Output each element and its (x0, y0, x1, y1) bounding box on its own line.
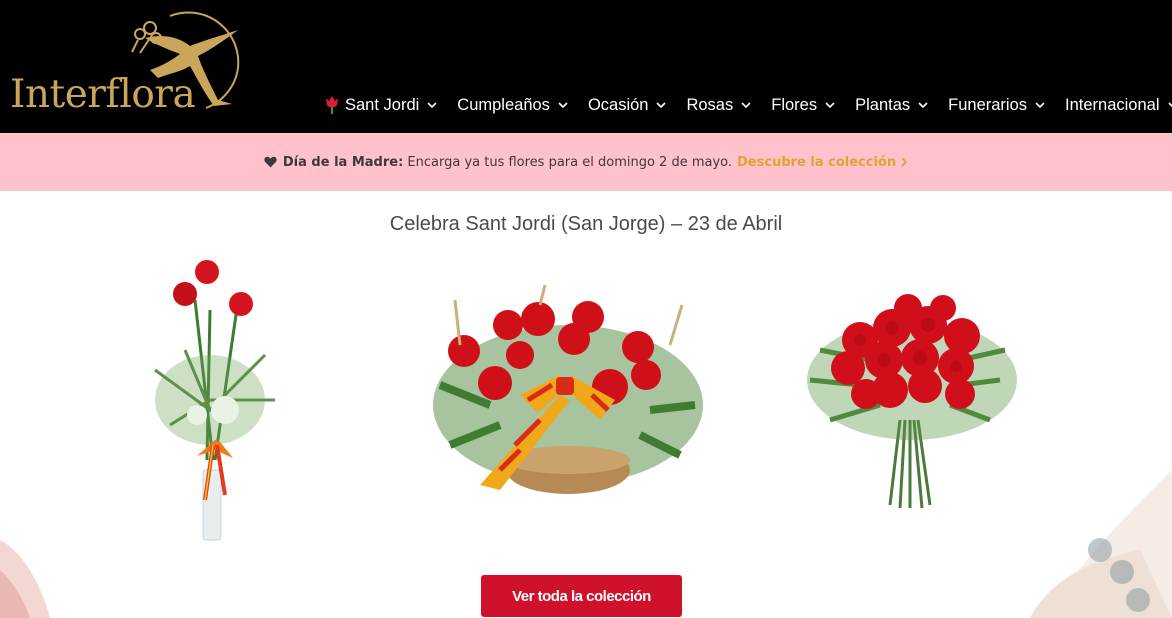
interflora-logo[interactable]: Interflora (10, 8, 245, 120)
three-roses-vase-image (154, 260, 275, 541)
chevron-down-icon (427, 102, 437, 109)
main-nav: Sant Jordi Cumpleaños Ocasión Rosas Flor… (324, 92, 1172, 118)
promo-label: Día de la Madre: (282, 154, 404, 170)
nav-label: Plantas (855, 95, 911, 114)
chevron-down-icon (1035, 102, 1045, 109)
chevron-right-icon (901, 157, 908, 167)
nav-item-rosas[interactable]: Rosas (686, 96, 751, 115)
corner-decoration-right (1030, 470, 1172, 618)
nav-item-funerarios[interactable]: Funerarios (948, 96, 1045, 115)
product-card[interactable] (115, 260, 295, 545)
product-card[interactable] (800, 290, 1025, 515)
rose-basket-image (433, 284, 703, 494)
view-collection-button[interactable]: Ver toda la colección (481, 575, 682, 617)
chevron-down-icon (741, 102, 751, 109)
nav-label: Sant Jordi (345, 95, 420, 114)
nav-label: Internacional (1065, 95, 1160, 114)
chevron-down-icon (825, 102, 835, 109)
heart-icon (264, 156, 277, 168)
chevron-down-icon (558, 102, 568, 109)
chevron-down-icon (656, 102, 667, 109)
nav-label: Ocasión (587, 95, 649, 114)
nav-item-plantas[interactable]: Plantas (855, 96, 928, 115)
chevron-down-icon (918, 102, 928, 109)
site-header: Interflora Sant Jordi Cumpleaños Ocasión… (0, 0, 1172, 133)
tulip-icon (326, 96, 338, 114)
nav-item-sant-jordi[interactable]: Sant Jordi (324, 95, 437, 115)
nav-item-ocasion[interactable]: Ocasión (588, 96, 667, 115)
chevron-down-icon (1167, 102, 1172, 108)
nav-item-cumpleanos[interactable]: Cumpleaños (457, 96, 568, 115)
promo-text: Encarga ya tus flores para el domingo 2 … (407, 154, 733, 170)
nav-label: Rosas (686, 95, 734, 114)
promo-link[interactable]: Descubre la colección (737, 155, 896, 170)
nav-label: Funerarios (948, 95, 1028, 114)
product-card[interactable] (420, 284, 715, 515)
nav-label: Cumpleaños (457, 95, 550, 114)
red-rose-bouquet-image (807, 294, 1017, 509)
nav-item-internacional[interactable]: Internacional (1065, 96, 1172, 115)
nav-label: Flores (771, 95, 818, 114)
corner-decoration-left (0, 540, 50, 618)
nav-item-flores[interactable]: Flores (771, 96, 835, 115)
promo-banner: Día de la Madre: Encarga ya tus flores p… (0, 133, 1172, 191)
section-title: Celebra Sant Jordi (San Jorge) – 23 de A… (389, 213, 783, 235)
logo-wordmark: Interflora (10, 72, 196, 117)
